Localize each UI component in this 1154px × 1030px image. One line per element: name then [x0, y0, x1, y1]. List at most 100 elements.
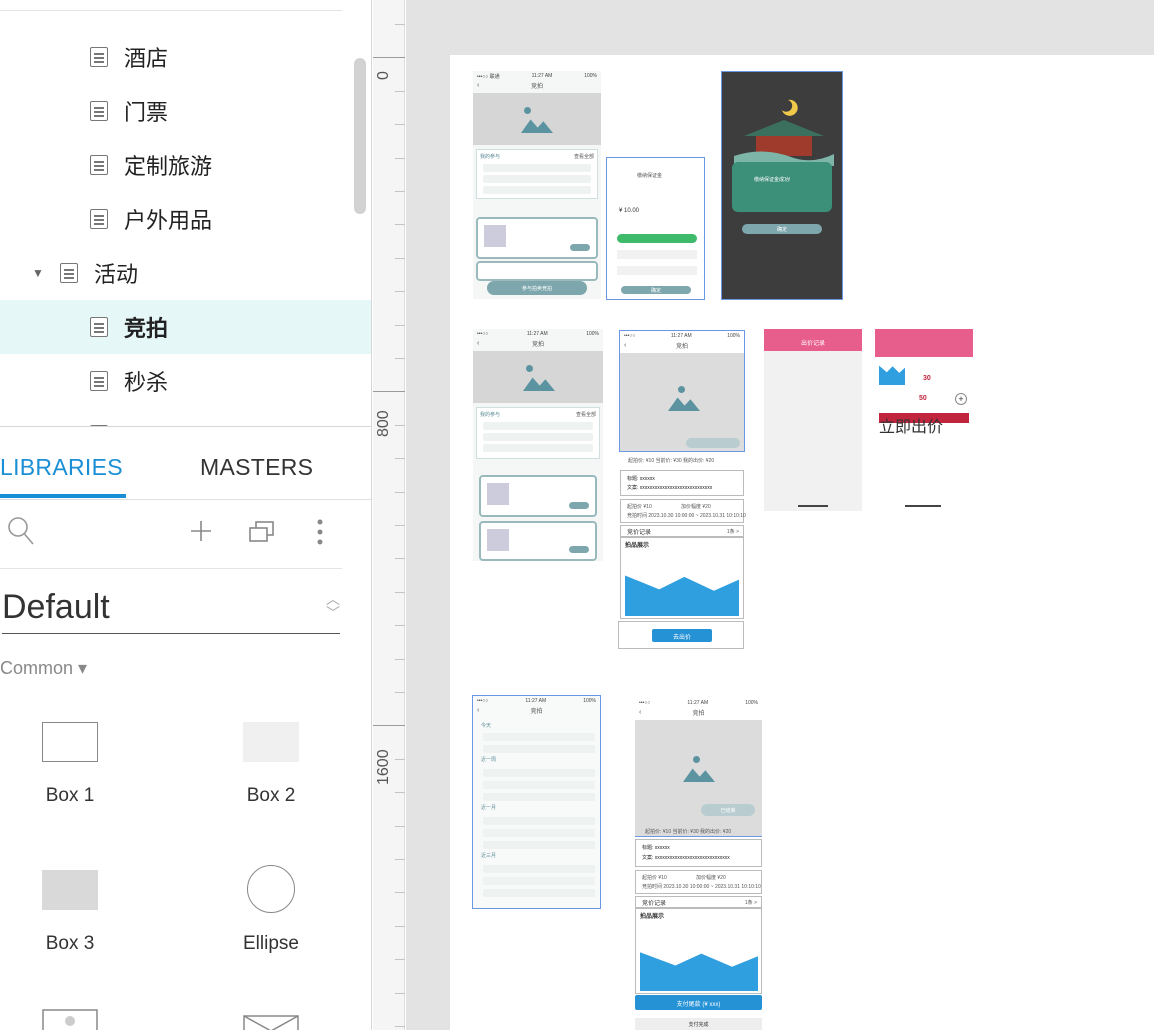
page-item-activity[interactable]: ▼ 活动: [0, 246, 371, 300]
ruler-tick: [395, 759, 405, 760]
page-item-hotel[interactable]: 酒店: [0, 30, 371, 84]
widget-image[interactable]: [5, 1005, 135, 1030]
widget-ellipse[interactable]: Ellipse: [206, 855, 336, 965]
box-2-preview: [243, 722, 299, 762]
records-row[interactable]: 竞价记录 1条 >: [635, 896, 762, 908]
back-icon[interactable]: ‹: [477, 82, 479, 89]
page-icon: [90, 209, 108, 229]
page-label: 秒杀: [124, 371, 169, 396]
screen-auction-ended[interactable]: •••○○ 11:27 AM 100% ‹ 竞拍 已结束 起拍价: ¥10 当前价: …: [635, 698, 762, 1030]
page-tree: 酒店 门票 定制旅游 户外用品 ▼ 活动 竞拍 秒杀: [0, 0, 371, 426]
pay-balance-button[interactable]: 支付尾款 (¥ xxx): [635, 995, 762, 1010]
screen-auction-history[interactable]: •••○○ 11:27 AM 100% ‹ 竞拍 今天 近一周 近一月 近三月: [472, 695, 601, 909]
row: [483, 769, 595, 777]
payment-done-button[interactable]: 支付完成: [635, 1018, 762, 1030]
auction-period: 竞拍时间 2023.10.30 10:00:00 ~ 2023.10.31 10…: [642, 884, 761, 890]
auction-card[interactable]: [476, 217, 598, 259]
ruler-tick: [395, 191, 405, 192]
library-select[interactable]: Default ︿ ﹀: [2, 586, 340, 634]
screen-deposit[interactable]: 缴纳保证金 ¥ 10.00 确定: [606, 157, 705, 300]
page-item-auction[interactable]: 竞拍: [0, 300, 371, 354]
alipay-option[interactable]: [617, 250, 697, 259]
tab-masters[interactable]: MASTERS: [200, 454, 313, 481]
success-card: 缴纳保证金成功!: [732, 162, 832, 212]
page-item-tickets[interactable]: 门票: [0, 84, 371, 138]
auction-card[interactable]: [479, 521, 597, 561]
nav-bar: ‹ 竞拍: [473, 81, 601, 93]
screen-deposit-success[interactable]: 缴纳保证金成功! 确定: [721, 71, 843, 300]
row: [483, 817, 595, 825]
group-quarter: 近三月: [481, 853, 497, 859]
confirm-button[interactable]: 确定: [621, 286, 691, 294]
back-icon[interactable]: ‹: [624, 342, 626, 349]
vertical-ruler: 0 800 1600: [373, 0, 405, 1030]
content: 文案: xxxxxxxxxxxxxxxxxxxxxxxxxxxxx: [627, 485, 713, 491]
ruler-tick: [395, 558, 405, 559]
tab-libraries[interactable]: LIBRARIES: [0, 454, 123, 481]
design-canvas[interactable]: •••○○ 联通 11:27 AM 100% ‹ 竞拍 我的参与 查看全部 参与…: [406, 0, 1154, 1030]
panel-splitter[interactable]: [0, 426, 371, 427]
page-tree-scrollbar[interactable]: [354, 58, 366, 214]
more-options-icon[interactable]: [316, 518, 324, 551]
ruler-tick: [395, 525, 405, 526]
battery: 100%: [745, 700, 758, 706]
card-thumbnail: [487, 529, 509, 551]
page-icon: [90, 155, 108, 175]
widget-box-2[interactable]: Box 2: [206, 705, 336, 815]
place-bid-button[interactable]: 去出价: [652, 629, 712, 642]
auction-card[interactable]: [476, 261, 598, 281]
page-item-partial[interactable]: [0, 408, 371, 426]
ruler-tick: [395, 659, 405, 660]
group-month: 近一月: [481, 805, 497, 811]
view-all-link[interactable]: 查看全部: [576, 411, 596, 418]
screen-auction-detail[interactable]: •••○○ 11:27 AM 100% ‹ 竞拍 起拍价: ¥10 当前价: ¥30 …: [618, 329, 746, 655]
page-label: 酒店: [124, 47, 169, 72]
search-icon[interactable]: [6, 514, 36, 553]
screen-bid-records[interactable]: 出价记录: [764, 329, 862, 511]
sun-icon: [526, 365, 533, 372]
widget-box-1[interactable]: Box 1: [5, 705, 135, 815]
join-auction-button[interactable]: 参与拍卖竞拍: [487, 281, 587, 295]
view-all-link[interactable]: 查看全部: [574, 153, 594, 160]
card-option[interactable]: [617, 266, 697, 275]
back-icon[interactable]: ‹: [477, 707, 479, 714]
card-button[interactable]: [570, 244, 590, 251]
active-tab-indicator: [0, 494, 126, 498]
auction-card[interactable]: [479, 475, 597, 517]
copy-icon[interactable]: [248, 520, 276, 549]
library-select-value: Default: [2, 588, 110, 626]
increase-bid-icon[interactable]: +: [955, 393, 967, 405]
card-button[interactable]: [569, 546, 589, 553]
divider: [0, 10, 342, 11]
group-week: 近一周: [481, 757, 497, 763]
screen-auction-list[interactable]: •••○○ 联通 11:27 AM 100% ‹ 竞拍 我的参与 查看全部 参与…: [473, 71, 601, 299]
wechat-pay-option[interactable]: [617, 234, 697, 243]
section-title: 我的参与: [480, 412, 501, 418]
nav-title: 竞拍: [530, 709, 543, 715]
back-icon[interactable]: ‹: [477, 340, 479, 347]
records-row[interactable]: 竞价记录 1条 >: [620, 525, 744, 537]
screen-auction-list-2[interactable]: •••○○ 11:27 AM 100% ‹ 竞拍 我的参与 查看全部: [473, 329, 603, 561]
page-icon: [90, 317, 108, 337]
screen-bid-panel[interactable]: 30 50 + 立即出价: [875, 329, 973, 511]
row: [483, 186, 591, 194]
ruler-label-0: 0: [375, 71, 392, 80]
widget-placeholder[interactable]: [206, 1005, 336, 1030]
category-common[interactable]: Common ▾: [0, 658, 87, 679]
collapse-caret-icon[interactable]: ▼: [32, 266, 44, 280]
add-library-icon[interactable]: [190, 520, 212, 547]
back-icon[interactable]: ‹: [639, 709, 641, 716]
participation-card: 我的参与 查看全部: [476, 407, 600, 459]
widget-label: Ellipse: [243, 933, 299, 954]
widget-box-3[interactable]: Box 3: [5, 855, 135, 965]
content: 文案: xxxxxxxxxxxxxxxxxxxxxxxxxxxxxx: [642, 855, 730, 861]
page-item-outdoor[interactable]: 户外用品: [0, 192, 371, 246]
start-price: 起拍价 ¥10: [627, 504, 652, 510]
increment: 加价幅度 ¥20: [681, 504, 711, 510]
card-button[interactable]: [569, 502, 589, 509]
bid-now-button[interactable]: 立即出价: [879, 413, 969, 436]
page-item-flash-sale[interactable]: 秒杀: [0, 354, 371, 408]
confirm-button[interactable]: 确定: [742, 224, 822, 234]
left-panel: 酒店 门票 定制旅游 户外用品 ▼ 活动 竞拍 秒杀 LIBRARIES MAS…: [0, 0, 372, 1030]
page-item-custom-travel[interactable]: 定制旅游: [0, 138, 371, 192]
